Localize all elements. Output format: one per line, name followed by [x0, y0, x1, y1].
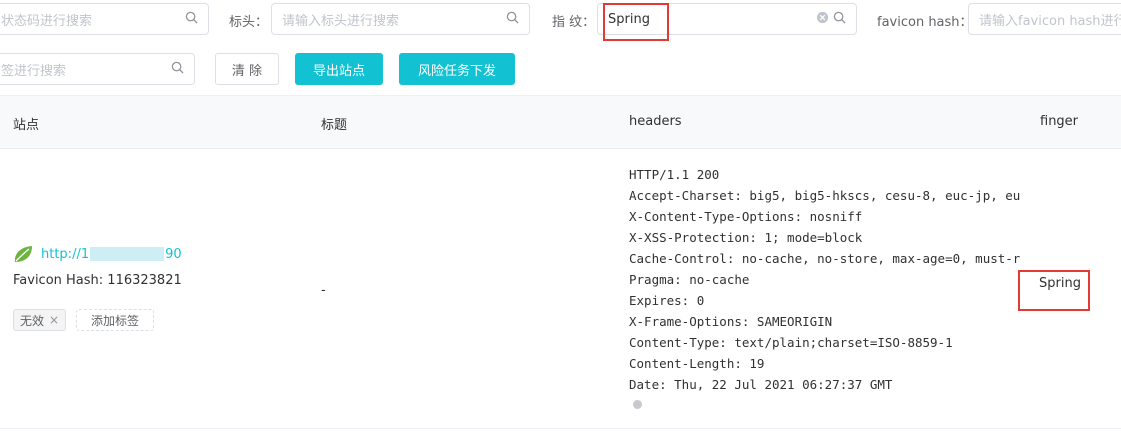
- header-line: Expires: 0: [629, 293, 705, 308]
- export-sites-button[interactable]: 导出站点: [295, 53, 383, 85]
- add-tag-button[interactable]: 添加标签: [76, 309, 155, 331]
- finger-cell-highlight: [1018, 270, 1090, 311]
- search-icon: [506, 11, 519, 28]
- spring-leaf-icon: [12, 244, 34, 268]
- favicon-search-input[interactable]: 请输入favicon hash进行搜索: [968, 3, 1121, 35]
- finger-input-highlight: [603, 3, 669, 41]
- column-header-site: 站点: [13, 118, 40, 133]
- risk-task-button[interactable]: 风险任务下发: [399, 53, 515, 85]
- header-line: X-Content-Type-Options: nosniff: [629, 209, 863, 224]
- tag-search-placeholder: 签进行搜索: [1, 63, 67, 79]
- table-header: 站点 标题 headers finger: [0, 95, 1121, 149]
- clear-button[interactable]: 清 除: [215, 53, 279, 85]
- search-icon: [833, 11, 846, 28]
- site-link-tail: 90: [165, 246, 182, 262]
- header-line: Pragma: no-cache: [629, 272, 750, 287]
- tag-search-input[interactable]: 签进行搜索: [0, 53, 195, 85]
- row-divider: [0, 428, 1121, 429]
- header-line: Content-Length: 19: [629, 356, 765, 371]
- header-line: Accept-Charset: big5, big5-hkscs, cesu-8…: [629, 188, 1021, 203]
- header-line: HTTP/1.1 200: [629, 167, 720, 182]
- title-filter-label: 标头：: [229, 15, 269, 30]
- finger-filter-label: 指 纹：: [552, 15, 596, 30]
- site-link[interactable]: http://1 90: [41, 245, 182, 263]
- search-icon: [171, 61, 184, 78]
- favicon-filter-label: favicon hash：: [877, 15, 973, 30]
- column-header-headers: headers: [629, 114, 682, 129]
- clear-icon[interactable]: [816, 11, 829, 28]
- status-tag-label: 无效: [20, 313, 45, 328]
- favicon-hash-text: Favicon Hash: 116323821: [13, 273, 182, 288]
- status-search-input[interactable]: 状态码进行搜索: [0, 3, 209, 35]
- search-icon: [185, 11, 198, 28]
- column-header-finger: finger: [1040, 114, 1079, 129]
- scroll-indicator[interactable]: [633, 400, 642, 409]
- column-header-title: 标题: [321, 118, 348, 133]
- title-search-placeholder: 请输入标头进行搜索: [282, 13, 400, 29]
- header-line: X-Frame-Options: SAMEORIGIN: [629, 314, 833, 329]
- status-search-placeholder: 状态码进行搜索: [1, 13, 93, 29]
- header-line: Date: Thu, 22 Jul 2021 06:27:37 GMT: [629, 377, 893, 392]
- header-line: Cache-Control: no-cache, no-store, max-a…: [629, 251, 1021, 266]
- site-link-text: http://1: [41, 246, 90, 262]
- header-line: Content-Type: text/plain;charset=ISO-885…: [629, 335, 953, 350]
- close-icon[interactable]: ×: [49, 313, 59, 327]
- status-tag: 无效 ×: [13, 309, 67, 331]
- title-cell: -: [321, 283, 326, 298]
- favicon-search-placeholder: 请输入favicon hash进行搜索: [979, 13, 1121, 29]
- site-link-redaction: [90, 247, 165, 261]
- header-line: X-XSS-Protection: 1; mode=block: [629, 230, 863, 245]
- title-search-input[interactable]: 请输入标头进行搜索: [271, 3, 530, 35]
